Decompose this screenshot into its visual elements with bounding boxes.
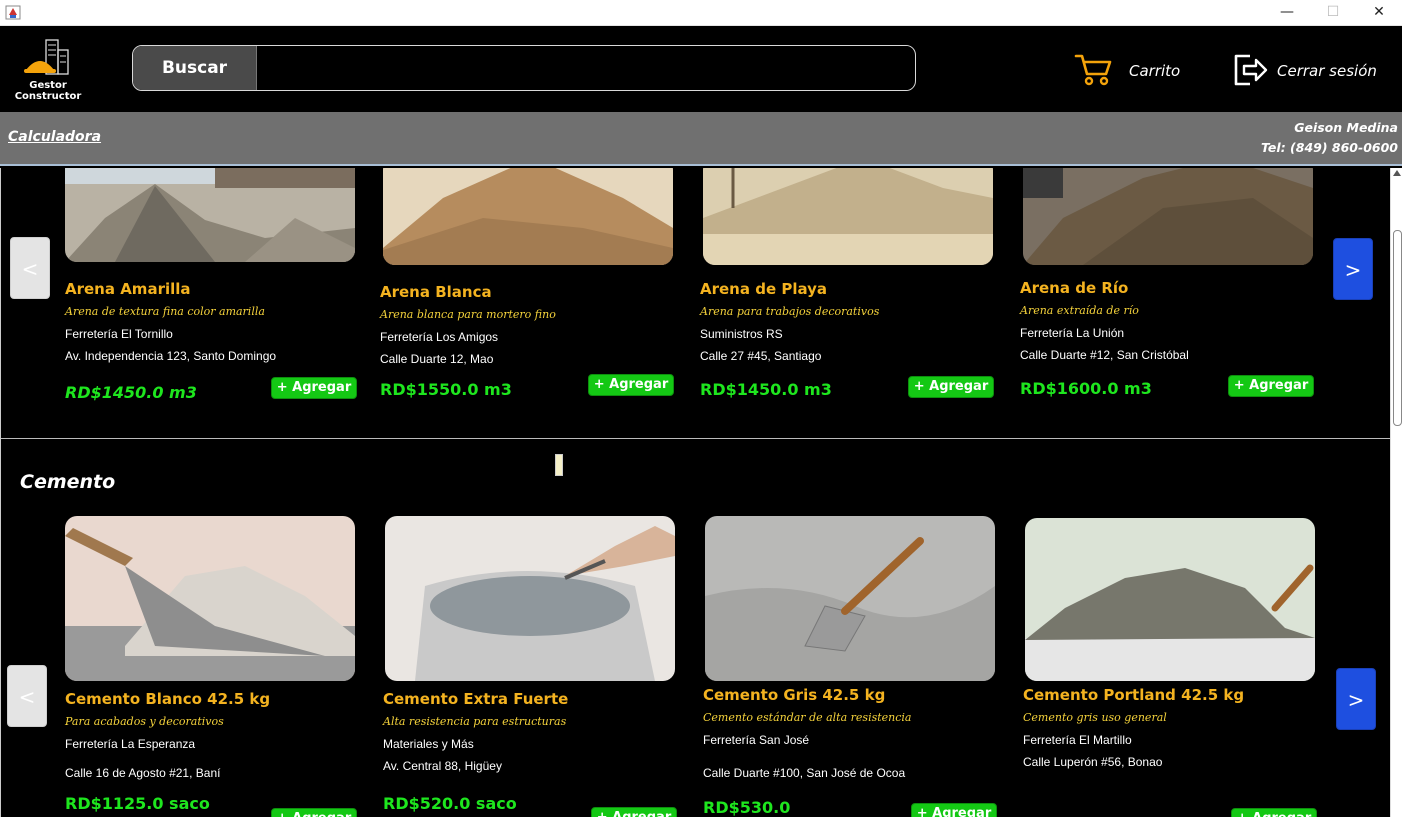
product-card: Cemento Portland 42.5 kg Cemento gris us… bbox=[1023, 516, 1323, 817]
product-address: Av. Independencia 123, Santo Domingo bbox=[65, 349, 277, 363]
product-price: RD$1600.0 m3 bbox=[1020, 379, 1152, 398]
product-card: Arena Blanca Arena blanca para mortero f… bbox=[380, 168, 680, 428]
vertical-scrollbar[interactable] bbox=[1390, 168, 1402, 817]
user-contact: Geison Medina Tel: (849) 860-0600 bbox=[1261, 118, 1398, 158]
product-store: Ferretería La Esperanza bbox=[65, 737, 196, 751]
product-store: Suministros RS bbox=[700, 327, 783, 341]
product-name: Cemento Blanco 42.5 kg bbox=[65, 690, 271, 708]
add-to-cart-button[interactable]: + Agregar bbox=[908, 376, 994, 398]
add-to-cart-button[interactable]: + Agregar bbox=[588, 374, 674, 396]
grey-cement-image bbox=[705, 516, 995, 681]
product-description: Arena blanca para mortero fino bbox=[380, 308, 556, 321]
search-button[interactable]: Buscar bbox=[133, 46, 257, 90]
product-address: Calle Duarte 12, Mao bbox=[380, 352, 494, 366]
sub-navigation-bar: Calculadora Geison Medina Tel: (849) 860… bbox=[0, 112, 1402, 166]
add-to-cart-button[interactable]: + Agregar bbox=[591, 807, 677, 817]
logout-button[interactable]: Cerrar sesión bbox=[1232, 52, 1382, 90]
add-to-cart-button[interactable]: + Agregar bbox=[1231, 808, 1317, 817]
search-bar: Buscar bbox=[132, 45, 916, 91]
section-divider bbox=[1, 438, 1390, 439]
text-cursor-marker bbox=[555, 454, 563, 476]
logout-icon bbox=[1234, 54, 1268, 86]
logo-line-2: Constructor bbox=[14, 91, 82, 102]
minimize-button[interactable]: — bbox=[1264, 0, 1310, 26]
catalog-content: < Arena Amarilla Arena de textura fina c… bbox=[0, 168, 1390, 817]
product-description: Cemento estándar de alta resistencia bbox=[703, 711, 912, 724]
calculator-link[interactable]: Calculadora bbox=[8, 129, 101, 145]
product-store: Ferretería San José bbox=[703, 733, 810, 747]
user-phone: Tel: (849) 860-0600 bbox=[1261, 140, 1398, 155]
logo-line-1: Gestor bbox=[29, 80, 67, 91]
product-price: RD$530.0 bbox=[703, 798, 791, 817]
product-name: Arena de Playa bbox=[700, 280, 828, 298]
product-card: Arena Amarilla Arena de textura fina col… bbox=[65, 168, 365, 428]
product-card: Cemento Blanco 42.5 kg Para acabados y d… bbox=[65, 516, 365, 817]
product-price: RD$1450.0 m3 bbox=[700, 380, 832, 399]
white-cement-image bbox=[65, 516, 355, 681]
product-address: Calle Luperón #56, Bonao bbox=[1023, 755, 1163, 769]
product-price: RD$1125.0 saco bbox=[65, 794, 210, 813]
close-window-button[interactable]: ✕ bbox=[1356, 0, 1402, 26]
product-store: Ferretería El Tornillo bbox=[65, 327, 173, 341]
app-header: Gestor Constructor Buscar Carrito Cerrar… bbox=[0, 26, 1402, 112]
product-card: Arena de Río Arena extraída de río Ferre… bbox=[1020, 168, 1320, 428]
java-app-icon bbox=[5, 5, 21, 20]
cart-icon bbox=[1074, 54, 1112, 86]
product-store: Ferretería Los Amigos bbox=[380, 330, 499, 344]
product-name: Cemento Extra Fuerte bbox=[383, 690, 569, 708]
product-address: Calle 27 #45, Santiago bbox=[700, 349, 822, 363]
product-address: Calle Duarte #100, San José de Ocoa bbox=[703, 766, 906, 780]
cart-button[interactable]: Carrito bbox=[1074, 52, 1184, 90]
portland-cement-image bbox=[1025, 518, 1315, 681]
product-address: Calle 16 de Agosto #21, Baní bbox=[65, 766, 221, 780]
product-name: Arena de Río bbox=[1020, 279, 1129, 297]
logout-label: Cerrar sesión bbox=[1277, 62, 1377, 80]
carousel-next-button[interactable]: > bbox=[1333, 238, 1373, 300]
add-to-cart-button[interactable]: + Agregar bbox=[271, 808, 357, 817]
product-price: RD$1550.0 m3 bbox=[380, 380, 512, 399]
product-description: Arena extraída de río bbox=[1020, 304, 1139, 317]
product-description: Alta resistencia para estructuras bbox=[383, 715, 567, 728]
user-name: Geison Medina bbox=[1294, 120, 1398, 135]
product-card: Cemento Gris 42.5 kg Cemento estándar de… bbox=[703, 516, 1003, 817]
product-address: Av. Central 88, Higüey bbox=[383, 759, 502, 773]
add-to-cart-button[interactable]: + Agregar bbox=[911, 803, 997, 817]
product-price: RD$520.0 saco bbox=[383, 794, 517, 813]
river-sand-image bbox=[1023, 168, 1313, 265]
window-titlebar: — ☐ ✕ bbox=[0, 0, 1402, 26]
product-description: Cemento gris uso general bbox=[1023, 711, 1167, 724]
product-name: Cemento Gris 42.5 kg bbox=[703, 686, 886, 704]
carousel-next-button[interactable]: > bbox=[1336, 668, 1376, 730]
product-price: RD$1450.0 m3 bbox=[65, 383, 197, 402]
add-to-cart-button[interactable]: + Agregar bbox=[1228, 375, 1314, 397]
product-name: Arena Amarilla bbox=[65, 280, 191, 298]
product-description: Arena de textura fina color amarilla bbox=[65, 305, 265, 318]
cement-bag-image bbox=[385, 516, 675, 681]
product-card: Cemento Extra Fuerte Alta resistencia pa… bbox=[383, 516, 683, 817]
product-address: Calle Duarte #12, San Cristóbal bbox=[1020, 348, 1189, 362]
product-card: Arena de Playa Arena para trabajos decor… bbox=[700, 168, 1000, 428]
beach-sand-image bbox=[703, 168, 993, 265]
product-description: Arena para trabajos decorativos bbox=[700, 305, 880, 318]
product-store: Materiales y Más bbox=[383, 737, 474, 751]
maximize-button[interactable]: ☐ bbox=[1310, 0, 1356, 26]
add-to-cart-button[interactable]: + Agregar bbox=[271, 377, 357, 399]
product-store: Ferretería El Martillo bbox=[1023, 733, 1132, 747]
product-store: Ferretería La Unión bbox=[1020, 326, 1125, 340]
carousel-prev-button[interactable]: < bbox=[10, 237, 50, 299]
logo-text: Gestor Constructor bbox=[10, 80, 86, 102]
search-input[interactable] bbox=[258, 46, 913, 90]
category-title: Cemento bbox=[20, 471, 116, 493]
product-description: Para acabados y decorativos bbox=[65, 715, 224, 728]
sand-pile-image bbox=[383, 168, 673, 265]
carousel-prev-button[interactable]: < bbox=[7, 665, 47, 727]
cart-label: Carrito bbox=[1129, 62, 1181, 80]
scrollbar-thumb[interactable] bbox=[1393, 230, 1402, 426]
product-name: Cemento Portland 42.5 kg bbox=[1023, 686, 1245, 704]
scroll-up-arrow-icon[interactable] bbox=[1393, 170, 1401, 176]
gravel-pile-image bbox=[65, 168, 355, 262]
product-name: Arena Blanca bbox=[380, 283, 492, 301]
